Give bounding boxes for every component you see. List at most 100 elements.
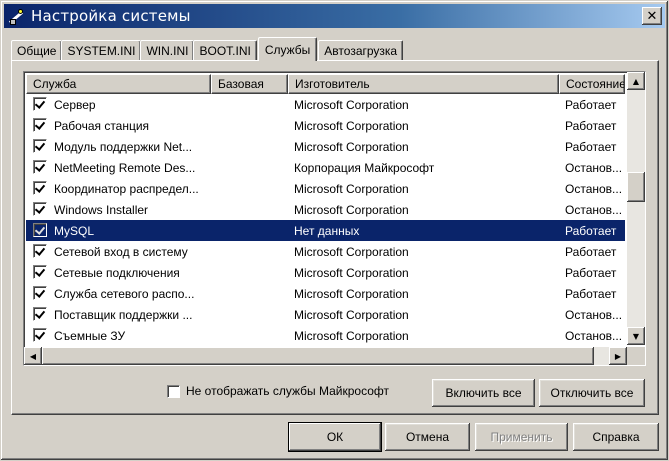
service-essential [211,157,288,178]
row-checkbox[interactable] [33,160,47,174]
column-header-service[interactable]: Служба [26,74,211,94]
service-manufacturer: Microsoft Corporation [294,118,409,133]
msconfig-app-icon [7,7,27,25]
scroll-right-button[interactable]: ▶ [609,347,627,365]
service-status: Работает [565,286,617,301]
list-rows: Сервер Microsoft Corporation Работает Ра… [26,94,625,346]
row-checkbox[interactable] [33,223,47,237]
table-row[interactable]: Координатор распредел... Microsoft Corpo… [26,178,625,199]
row-checkbox[interactable] [33,328,47,342]
help-button[interactable]: Справка [573,423,659,451]
service-manufacturer: Microsoft Corporation [294,307,409,322]
table-row[interactable]: Съемные ЗУ Microsoft Corporation Останов… [26,325,625,346]
service-status: Работает [565,244,617,259]
hide-microsoft-checkbox[interactable] [167,384,180,398]
horizontal-scroll-thumb[interactable] [42,347,594,365]
cancel-button[interactable]: Отмена [385,423,470,451]
table-row[interactable]: Поставщик поддержки ... Microsoft Corpor… [26,304,625,325]
table-row[interactable]: Служба сетевого распо... Microsoft Corpo… [26,283,625,304]
scroll-down-button[interactable]: ▼ [627,327,645,345]
table-row[interactable]: Сервер Microsoft Corporation Работает [26,94,625,115]
service-manufacturer: Корпорация Майкрософт [294,160,435,175]
service-name: Сетевой вход в систему [54,244,188,259]
table-row[interactable]: Windows Installer Microsoft Corporation … [26,199,625,220]
service-manufacturer: Microsoft Corporation [294,244,409,259]
row-checkbox[interactable] [33,307,47,321]
close-button[interactable]: ✕ [642,7,662,25]
window-title: Настройка системы [31,7,191,25]
service-essential [211,136,288,157]
table-row[interactable]: NetMeeting Remote Des... Корпорация Майк… [26,157,625,178]
title-bar[interactable]: Настройка системы ✕ [4,4,665,28]
column-header-essential[interactable]: Базовая [211,74,288,94]
row-checkbox[interactable] [33,202,47,216]
disable-all-button[interactable]: Отключить все [539,379,645,407]
tab-general[interactable]: Общие [11,40,63,61]
table-row[interactable]: Сетевой вход в систему Microsoft Corpora… [26,241,625,262]
service-manufacturer: Microsoft Corporation [294,181,409,196]
service-essential [211,220,288,241]
service-status: Работает [559,220,625,241]
table-row[interactable]: Модуль поддержки Net... Microsoft Corpor… [26,136,625,157]
service-name: Рабочая станция [54,118,150,133]
ok-button[interactable]: ОК [289,423,381,451]
table-row[interactable]: Сетевые подключения Microsoft Corporatio… [26,262,625,283]
tab-strip: Общие SYSTEM.INI WIN.INI BOOT.INI Службы… [11,37,404,61]
service-manufacturer: Microsoft Corporation [294,265,409,280]
row-checkbox[interactable] [33,265,47,279]
service-status: Работает [565,265,617,280]
horizontal-scrollbar[interactable]: ◀ ▶ [24,347,627,365]
enable-all-button[interactable]: Включить все [432,379,535,407]
service-status: Работает [565,97,617,112]
service-manufacturer: Microsoft Corporation [294,286,409,301]
table-row-selected[interactable]: MySQL Нет данных Работает [26,220,625,241]
service-status: Работает [565,118,617,133]
service-essential [211,325,288,346]
service-essential [211,283,288,304]
service-name: Поставщик поддержки ... [54,307,193,322]
service-status: Останов... [565,202,623,217]
service-name: Модуль поддержки Net... [54,139,193,154]
service-name: Windows Installer [54,202,149,217]
service-essential [211,262,288,283]
row-checkbox[interactable] [33,244,47,258]
tab-win-ini[interactable]: WIN.INI [140,40,195,61]
service-essential [211,199,288,220]
service-essential [211,178,288,199]
hide-microsoft-services[interactable]: Не отображать службы Майкрософт [167,384,389,398]
service-name: Сервер [54,97,96,112]
scroll-corner [627,347,645,365]
table-row[interactable]: Рабочая станция Microsoft Corporation Ра… [26,115,625,136]
service-manufacturer: Microsoft Corporation [294,328,409,343]
vertical-scrollbar[interactable]: ▲ ▼ [627,72,645,345]
service-manufacturer: Microsoft Corporation [294,97,409,112]
scroll-up-button[interactable]: ▲ [627,72,645,90]
row-checkbox[interactable] [33,118,47,132]
system-config-window: Настройка системы ✕ Общие SYSTEM.INI WIN… [0,0,669,461]
service-status: Останов... [565,181,623,196]
services-list[interactable]: Служба Базовая Изготовитель Состояние Се… [23,71,646,366]
tab-boot-ini[interactable]: BOOT.INI [193,40,257,61]
column-header-status[interactable]: Состояние [559,74,625,94]
service-name: Служба сетевого распо... [54,286,195,301]
service-essential [211,115,288,136]
service-essential [211,241,288,262]
service-manufacturer: Microsoft Corporation [294,139,409,154]
column-header-manufacturer[interactable]: Изготовитель [288,74,559,94]
hide-microsoft-label: Не отображать службы Майкрософт [186,384,390,398]
tab-startup[interactable]: Автозагрузка [318,40,404,61]
service-essential [211,94,288,115]
scroll-left-button[interactable]: ◀ [24,347,42,365]
service-manufacturer: Нет данных [288,220,559,241]
vertical-scroll-thumb[interactable] [627,172,645,202]
tab-services[interactable]: Службы [257,37,318,61]
row-checkbox[interactable] [33,139,47,153]
row-checkbox[interactable] [33,97,47,111]
service-essential [211,304,288,325]
service-name: Сетевые подключения [54,265,180,280]
apply-button[interactable]: Применить [475,423,568,451]
service-name: Съемные ЗУ [54,328,126,343]
row-checkbox[interactable] [33,181,47,195]
tab-system-ini[interactable]: SYSTEM.INI [61,40,142,61]
row-checkbox[interactable] [33,286,47,300]
